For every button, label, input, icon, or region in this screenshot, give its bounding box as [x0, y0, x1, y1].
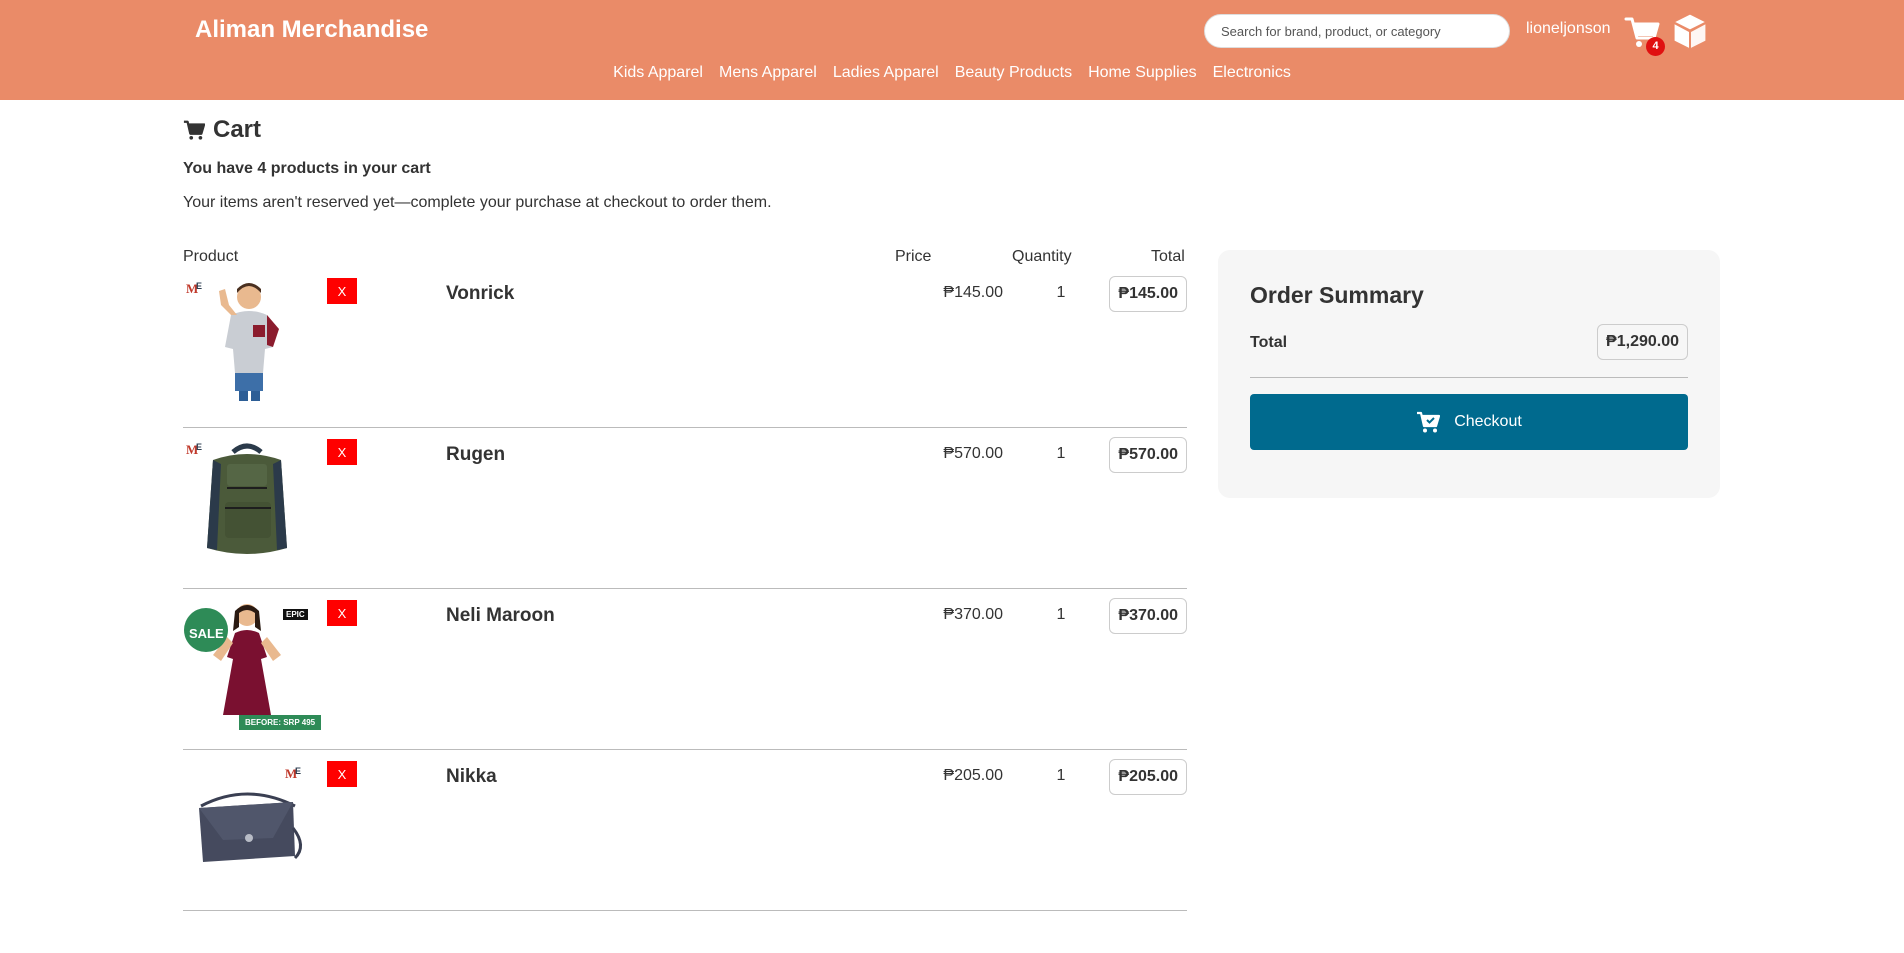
cart-row: SALE EPIC BEFORE: SRP 495 X Neli Maroon … [183, 589, 1187, 750]
remove-item-button[interactable]: X [327, 278, 357, 304]
order-summary-panel: Order Summary Total ₱1,290.00 Checkout [1218, 250, 1720, 498]
nav-home-supplies[interactable]: Home Supplies [1088, 64, 1197, 82]
row-total: ₱145.00 [1109, 276, 1187, 312]
epic-badge: EPIC [283, 609, 308, 620]
summary-divider [1250, 377, 1688, 378]
product-quantity: 1 [1056, 767, 1066, 784]
checkout-label: Checkout [1454, 413, 1522, 430]
product-quantity: 1 [1056, 445, 1066, 462]
product-name[interactable]: Nikka [446, 766, 497, 788]
backpack-thumbnail: M E [183, 436, 311, 564]
cart-row: M E X Nikka ₱205.00 1 ₱205.00 [183, 750, 1187, 911]
row-total: ₱370.00 [1109, 598, 1187, 634]
product-name[interactable]: Vonrick [446, 283, 514, 305]
svg-text:E: E [295, 766, 301, 776]
nav-mens-apparel[interactable]: Mens Apparel [719, 64, 817, 82]
remove-item-button[interactable]: X [327, 600, 357, 626]
remove-item-button[interactable]: X [327, 761, 357, 787]
cart-note: Your items aren't reserved yet—complete … [183, 194, 772, 211]
product-price: ₱570.00 [943, 445, 1003, 462]
product-quantity: 1 [1056, 284, 1066, 301]
cart-check-icon [1417, 411, 1441, 433]
row-total: ₱570.00 [1109, 437, 1187, 473]
checkout-button[interactable]: Checkout [1250, 394, 1688, 450]
row-total: ₱205.00 [1109, 759, 1187, 795]
page-title: Cart [183, 116, 261, 144]
product-price: ₱205.00 [943, 767, 1003, 784]
bag-thumbnail: M E [183, 758, 311, 886]
username-link[interactable]: lioneljonson [1526, 20, 1611, 38]
col-header-quantity: Quantity [1012, 248, 1072, 265]
col-header-product: Product [183, 248, 239, 265]
product-price: ₱145.00 [943, 284, 1003, 301]
nav-electronics[interactable]: Electronics [1213, 64, 1291, 82]
product-name[interactable]: Rugen [446, 444, 505, 466]
summary-total-value: ₱1,290.00 [1597, 324, 1688, 360]
order-summary-title: Order Summary [1250, 282, 1424, 308]
svg-text:E: E [196, 442, 202, 452]
svg-text:E: E [196, 281, 202, 291]
cart-row: M E X Vonrick ₱145.00 1 ₱145.00 [183, 267, 1187, 428]
top-header: Aliman Merchandise lioneljonson 4 Kids A… [0, 0, 1904, 100]
search-input[interactable] [1204, 14, 1510, 48]
nav-beauty-products[interactable]: Beauty Products [955, 64, 1072, 82]
product-quantity: 1 [1056, 606, 1066, 623]
summary-total-label: Total [1250, 334, 1288, 351]
orders-box-icon[interactable] [1672, 12, 1708, 50]
nav-kids-apparel[interactable]: Kids Apparel [613, 64, 703, 82]
before-price-badge: BEFORE: SRP 495 [239, 715, 322, 730]
product-price: ₱370.00 [943, 606, 1003, 623]
cart-count-text: You have 4 products in your cart [183, 160, 431, 177]
nav-ladies-apparel[interactable]: Ladies Apparel [833, 64, 939, 82]
category-nav: Kids Apparel Mens Apparel Ladies Apparel… [0, 64, 1904, 82]
product-name[interactable]: Neli Maroon [446, 605, 555, 627]
cart-title-icon [183, 120, 205, 140]
col-header-total: Total [1151, 248, 1185, 265]
remove-item-button[interactable]: X [327, 439, 357, 465]
brand-logo[interactable]: Aliman Merchandise [195, 16, 428, 44]
sale-badge-text: SALE [189, 626, 224, 641]
kid-shirt-thumbnail: M E [183, 275, 311, 403]
col-header-price: Price [895, 248, 932, 265]
page-title-text: Cart [213, 116, 262, 143]
cart-row: M E X Rugen ₱570.00 1 ₱570.00 [183, 428, 1187, 589]
cart-count-badge: 4 [1646, 37, 1665, 56]
